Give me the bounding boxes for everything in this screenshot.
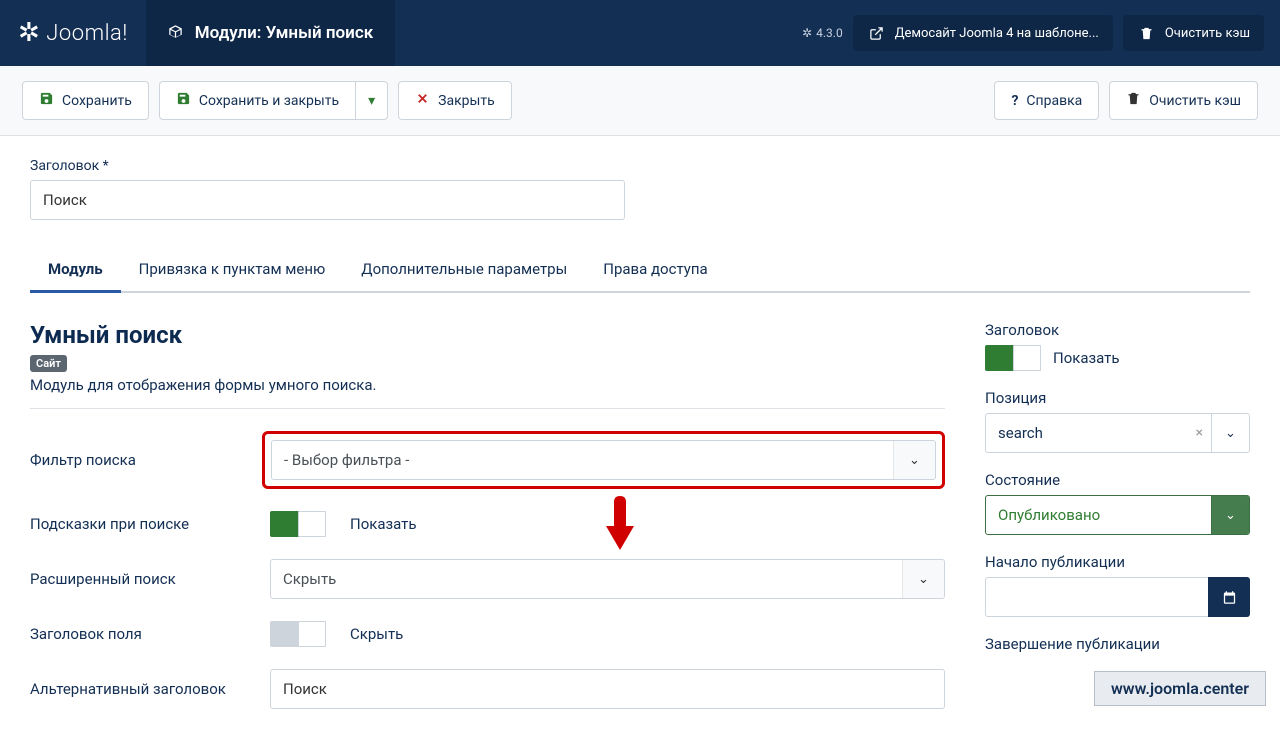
chevron-down-icon: ⌄	[1211, 414, 1249, 452]
module-heading: Умный поиск	[30, 321, 945, 349]
header-right: ✲ 4.3.0 Демосайт Joomla 4 на шаблоне... …	[802, 15, 1280, 51]
chevron-down-icon: ▾	[368, 93, 375, 109]
position-value: search	[986, 424, 1188, 442]
external-link-icon	[867, 23, 887, 43]
side-position-field: Позиция search × ⌄	[985, 389, 1250, 453]
joomla-mark-icon: ✲	[18, 18, 40, 48]
toolbar: Сохранить Сохранить и закрыть ▾ Закрыть …	[0, 66, 1280, 136]
title-section: Модули: Умный поиск	[146, 0, 395, 66]
side-pub-end-field: Завершение публикации	[985, 635, 1250, 653]
save-button[interactable]: Сохранить	[22, 81, 149, 120]
alt-title-input[interactable]	[270, 669, 945, 709]
save-dropdown-button[interactable]: ▾	[356, 81, 388, 120]
demo-site-label: Демосайт Joomla 4 на шаблоне...	[895, 26, 1099, 41]
search-filter-select[interactable]: - Выбор фильтра - ⌄	[271, 440, 936, 480]
help-button[interactable]: ? Справка	[994, 81, 1099, 120]
divider	[30, 408, 945, 409]
label-search-hints: Подсказки при поиске	[30, 515, 270, 533]
tab-permissions[interactable]: Права доступа	[585, 248, 725, 293]
version-badge: ✲ 4.3.0	[802, 26, 843, 40]
brand-section[interactable]: ✲ Joomla!	[0, 0, 146, 66]
trash-icon	[1137, 23, 1157, 43]
row-search-hints: Подсказки при поиске Показать	[30, 511, 945, 537]
highlight-annotation: - Выбор фильтра - ⌄	[262, 431, 945, 489]
side-status-field: Состояние Опубликовано ⌄	[985, 471, 1250, 535]
side-position-label: Позиция	[985, 389, 1250, 407]
status-select[interactable]: Опубликовано ⌄	[985, 495, 1250, 535]
side-pub-start-field: Начало публикации	[985, 553, 1250, 617]
side-title-label: Заголовок	[985, 321, 1250, 339]
tab-pane: Умный поиск Сайт Модуль для отображения …	[30, 321, 1250, 731]
clear-cache-label: Очистить кэш	[1149, 93, 1241, 109]
module-description: Модуль для отображения формы умного поис…	[30, 376, 945, 394]
brand-text: Joomla!	[46, 21, 128, 46]
chevron-down-icon: ⌄	[902, 560, 944, 598]
save-close-group: Сохранить и закрыть ▾	[159, 81, 388, 120]
field-title-toggle-label: Скрыть	[350, 625, 403, 643]
field-title-toggle[interactable]	[270, 621, 326, 647]
title-field-wrap: Заголовок *	[30, 158, 1250, 220]
row-alt-title: Альтернативный заголовок	[30, 669, 945, 709]
tabs-bar: Модуль Привязка к пунктам меню Дополните…	[30, 248, 1250, 293]
pane-left: Умный поиск Сайт Модуль для отображения …	[30, 321, 945, 731]
title-show-toggle-label: Показать	[1053, 349, 1120, 367]
save-close-icon	[176, 91, 191, 110]
title-input[interactable]	[30, 180, 625, 220]
advanced-search-value: Скрыть	[271, 570, 348, 588]
save-close-button[interactable]: Сохранить и закрыть	[159, 81, 356, 120]
save-close-label: Сохранить и закрыть	[199, 93, 339, 109]
clear-cache-button[interactable]: Очистить кэш	[1109, 81, 1258, 120]
hints-toggle[interactable]	[270, 511, 326, 537]
label-search-filter: Фильтр поиска	[30, 451, 270, 469]
position-select[interactable]: search × ⌄	[985, 413, 1250, 453]
side-title-field: Заголовок Показать	[985, 321, 1250, 371]
status-value: Опубликовано	[986, 506, 1211, 524]
search-filter-value: - Выбор фильтра -	[272, 451, 421, 469]
row-advanced-search: Расширенный поиск Скрыть ⌄	[30, 559, 945, 599]
clear-cache-header-button[interactable]: Очистить кэш	[1123, 15, 1264, 51]
joomla-logo: ✲ Joomla!	[18, 18, 128, 48]
site-badge: Сайт	[30, 355, 67, 372]
box-icon	[168, 24, 183, 43]
chevron-down-icon: ⌄	[893, 441, 935, 479]
label-alt-title: Альтернативный заголовок	[30, 680, 270, 698]
label-field-title: Заголовок поля	[30, 625, 270, 643]
page-title: Модули: Умный поиск	[195, 23, 373, 43]
tab-advanced[interactable]: Дополнительные параметры	[343, 248, 585, 293]
trash-icon	[1126, 91, 1141, 110]
close-button[interactable]: Закрыть	[398, 81, 512, 120]
watermark: www.joomla.center	[1094, 671, 1266, 706]
clear-cache-header-label: Очистить кэш	[1165, 26, 1250, 41]
side-status-label: Состояние	[985, 471, 1250, 489]
position-clear-icon[interactable]: ×	[1188, 425, 1211, 441]
label-advanced-search: Расширенный поиск	[30, 570, 270, 588]
title-show-toggle[interactable]	[985, 345, 1041, 371]
calendar-button[interactable]	[1208, 577, 1250, 617]
row-field-title: Заголовок поля Скрыть	[30, 621, 945, 647]
side-pub-start-label: Начало публикации	[985, 553, 1250, 571]
title-field-label: Заголовок *	[30, 158, 1250, 174]
chevron-down-icon: ⌄	[1211, 496, 1249, 534]
pub-start-input[interactable]	[985, 577, 1208, 617]
question-icon: ?	[1011, 93, 1018, 109]
row-search-filter: Фильтр поиска - Выбор фильтра - ⌄	[30, 431, 945, 489]
version-text: 4.3.0	[816, 26, 843, 40]
tab-menu-assignment[interactable]: Привязка к пунктам меню	[121, 248, 344, 293]
pane-right: Заголовок Показать Позиция search × ⌄ Со…	[985, 321, 1250, 731]
side-pub-end-label: Завершение публикации	[985, 635, 1250, 653]
top-header: ✲ Joomla! Модули: Умный поиск ✲ 4.3.0 Де…	[0, 0, 1280, 66]
close-icon	[415, 91, 430, 110]
content-area: Заголовок * Модуль Привязка к пунктам ме…	[0, 136, 1280, 731]
save-label: Сохранить	[62, 93, 132, 109]
calendar-icon	[1222, 590, 1237, 605]
demo-site-link[interactable]: Демосайт Joomla 4 на шаблоне...	[853, 15, 1113, 51]
tab-module[interactable]: Модуль	[30, 248, 121, 293]
hints-toggle-label: Показать	[350, 515, 417, 533]
help-label: Справка	[1026, 93, 1082, 109]
advanced-search-select[interactable]: Скрыть ⌄	[270, 559, 945, 599]
joomla-small-icon: ✲	[802, 26, 812, 40]
save-icon	[39, 91, 54, 110]
close-label: Закрыть	[438, 93, 495, 109]
